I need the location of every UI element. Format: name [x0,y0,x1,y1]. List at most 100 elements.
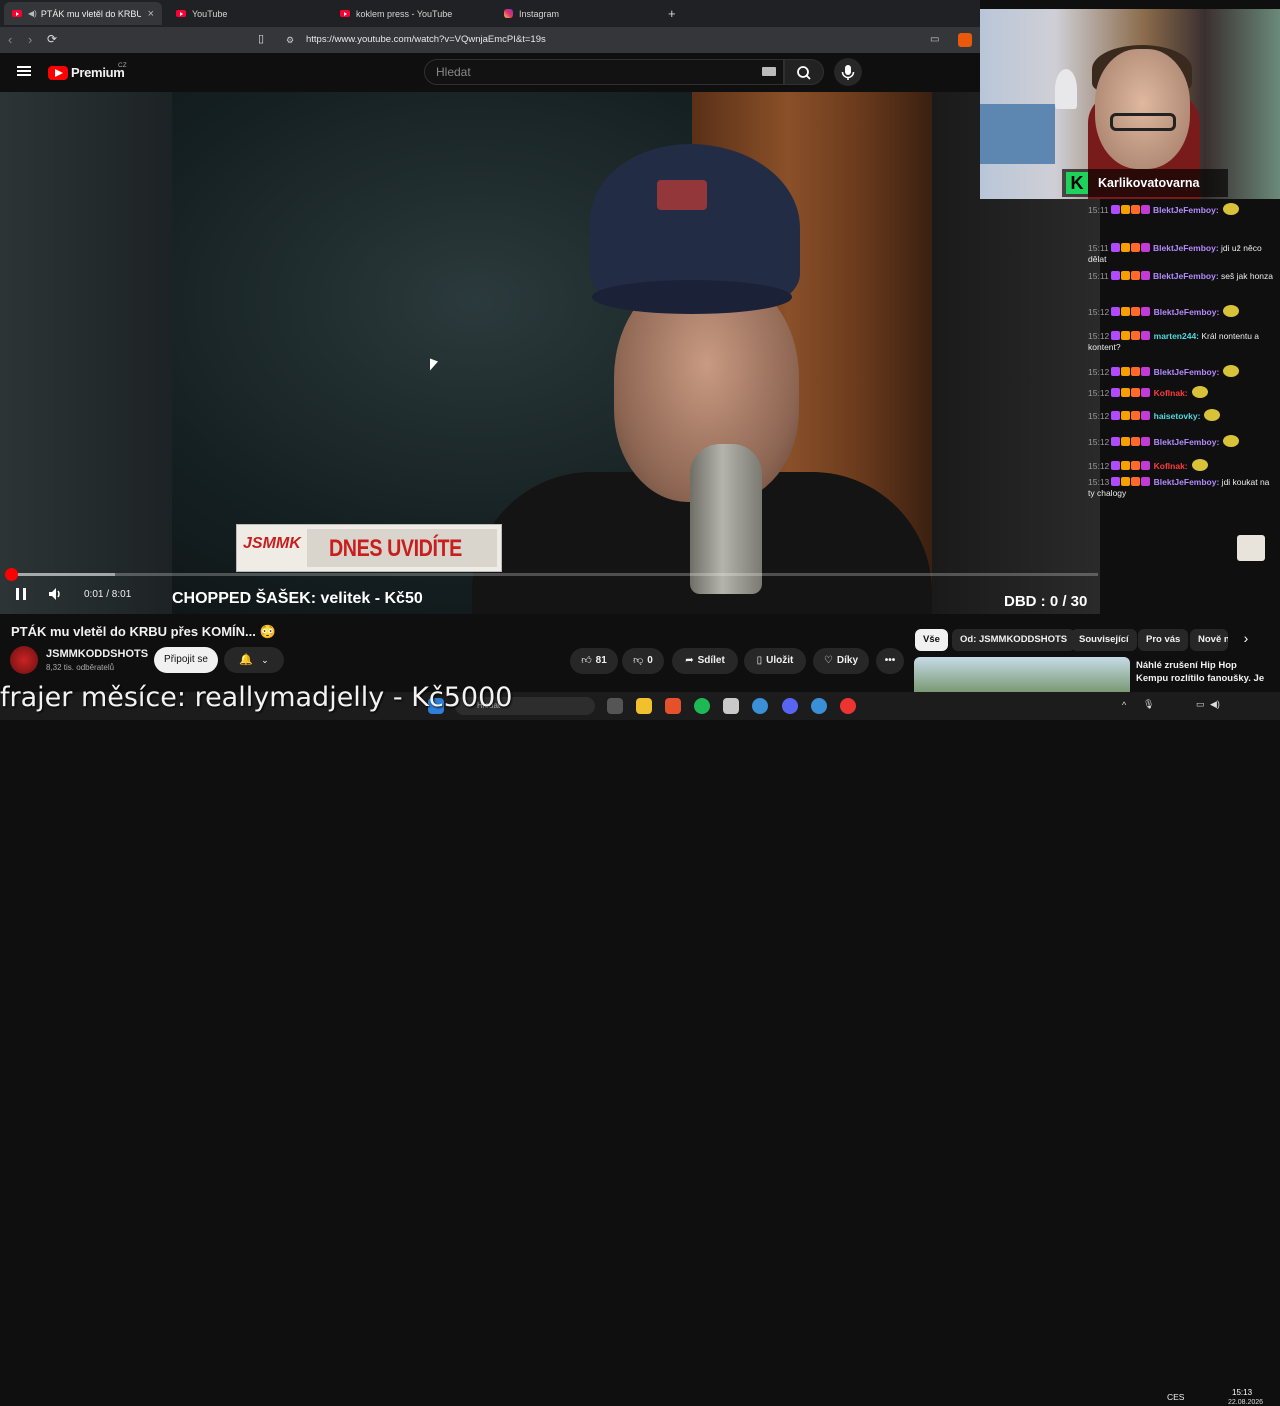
address-bar[interactable]: https://www.youtube.com/watch?v=VQwnjaEm… [280,31,920,49]
chat-username[interactable]: BlektJeFemboy: [1151,437,1220,447]
app-icon-2[interactable] [811,698,827,714]
chat-username[interactable]: marten244: [1151,331,1199,341]
more-actions-button[interactable]: ••• [876,648,904,674]
progress-bar[interactable] [12,573,1098,576]
search-button[interactable] [784,59,824,85]
volume-icon[interactable] [48,587,64,604]
video-player[interactable]: JSMMK DNES UVIDÍTE 0:01 / 8:01 CHOPPED Š… [0,92,1100,614]
brave-shield-icon[interactable] [958,33,972,47]
chat-timestamp: 15:12 [1088,331,1110,341]
channel-avatar[interactable] [10,646,38,674]
back-icon[interactable]: ‹ [8,32,12,47]
chat-username[interactable]: haisetovky: [1151,411,1201,421]
chip-from-channel[interactable]: Od: JSMMKODDSHOTS [952,629,1076,651]
close-tab-icon[interactable]: × [148,8,154,20]
discord-icon[interactable] [782,698,798,714]
youtube-logo-text: Premium [71,65,125,80]
chat-badge-icon [1120,243,1130,252]
file-explorer-icon[interactable] [636,698,652,714]
spotify-icon[interactable] [694,698,710,714]
share-button[interactable]: ➦ Sdílet [672,648,738,674]
brave-browser-icon[interactable] [665,698,681,714]
app-icon-3[interactable] [840,698,856,714]
tab-youtube[interactable]: YouTube [168,2,328,25]
speaker-tray-icon[interactable]: ◀) [1210,699,1220,710]
recommended-title[interactable]: Náhlé zrušení Hip Hop Kempu rozlítilo fa… [1136,659,1266,685]
channel-name[interactable]: JSMMKODDSHOTS [46,648,148,660]
tab-title: Instagram [519,8,560,19]
bookmark-icon[interactable]: ▯ [258,32,264,45]
chat-badge-icon [1121,437,1131,446]
chip-new[interactable]: Nově n [1190,629,1228,651]
progress-scrubber-handle[interactable] [5,568,18,581]
voice-search-button[interactable] [834,58,862,86]
clock-time[interactable]: 15:13 [1232,1388,1252,1397]
cast-icon[interactable]: ▭ [930,34,939,45]
tab-active-video[interactable]: ◀) PTÁK mu vletěl do KRBU přes × [4,2,162,25]
menu-icon[interactable] [17,66,31,68]
save-button[interactable]: ▯ Uložit [744,648,806,674]
chip-all[interactable]: Vše [915,629,948,651]
chip-for-you[interactable]: Pro vás [1138,629,1189,651]
chat-badge-icon [1111,437,1121,446]
chevron-up-icon[interactable]: ^ [1122,700,1126,710]
language-indicator[interactable]: CES [1167,1392,1184,1402]
time-display: 0:01 / 8:01 [84,589,132,600]
chat-badge-icon [1141,411,1151,420]
youtube-favicon-icon [12,10,22,17]
join-button[interactable]: Připojit se [154,647,218,673]
chat-username[interactable]: Koflnak: [1151,388,1188,398]
youtube-favicon-icon [176,10,186,17]
chat-username[interactable]: BlektJeFemboy: [1151,477,1220,487]
share-icon: ➦ [685,655,694,666]
tab-instagram[interactable]: Instagram [496,2,660,25]
webcam-glasses [1110,113,1176,131]
chip-related[interactable]: Související [1071,629,1137,651]
thanks-button[interactable]: ♡ Díky [813,648,869,674]
clock-date[interactable]: 22.08.2026 [1228,1399,1263,1406]
chat-username[interactable]: BlektJeFemboy: [1151,243,1219,253]
chat-badge-icon [1131,437,1141,446]
chat-badge-icon [1111,388,1121,397]
network-icon[interactable]: ▭ [1196,699,1205,710]
chat-username[interactable]: BlektJeFemboy: [1151,367,1220,377]
keyboard-icon[interactable] [762,67,776,76]
dislike-button[interactable]: 👎︎ 0 [622,648,664,674]
notification-bell-button[interactable]: 🔔 ⌄ [224,647,284,673]
region-code: CZ [118,62,127,69]
reload-icon[interactable]: ⟳ [47,32,57,46]
new-tab-button[interactable]: + [660,2,680,25]
thumbs-down-icon: 👎︎ [633,655,644,666]
chevron-right-icon[interactable]: › [1236,630,1256,650]
chat-badge-icon [1111,367,1121,376]
like-button[interactable]: 👍︎ 81 [570,648,618,674]
streamer-name: Karlikovatovarna [1098,176,1200,190]
youtube-header: Premium CZ Hledat [0,53,980,92]
chat-username[interactable]: BlektJeFemboy: [1151,205,1219,215]
tab-koklem-press[interactable]: koklem press - YouTube [332,2,492,25]
microphone-tray-icon[interactable]: 🎙︎ [1143,699,1154,710]
chat-username[interactable]: BlektJeFemboy: [1151,271,1219,281]
chat-timestamp: 15:12 [1088,388,1110,398]
chat-username[interactable]: BlektJeFemboy: [1151,307,1220,317]
tab-title: PTÁK mu vletěl do KRBU přes [40,8,141,19]
chat-badge-icon [1121,411,1131,420]
microphone-icon [841,65,855,80]
forward-icon[interactable]: › [28,32,32,47]
like-count: 81 [595,655,607,666]
notepad-icon[interactable] [723,698,739,714]
chat-message: 15:12 BlektJeFemboy: [1088,435,1275,448]
webcam-face [1095,49,1190,169]
task-view-icon[interactable] [607,698,623,714]
chat-badge-icon [1110,243,1120,252]
chat-badge-icon [1141,437,1151,446]
chat-username[interactable]: Koflnak: [1151,461,1188,471]
app-icon[interactable] [752,698,768,714]
webcam-figurine [1055,69,1077,109]
search-input[interactable]: Hledat [424,59,784,85]
pause-icon[interactable] [15,587,27,604]
chat-timestamp: 15:13 [1088,477,1110,487]
chat-message: 15:12 marten244: Král nontentu a kontent… [1088,331,1275,353]
chat-channel-logo [1237,535,1265,561]
chat-badge-icon [1110,271,1120,280]
